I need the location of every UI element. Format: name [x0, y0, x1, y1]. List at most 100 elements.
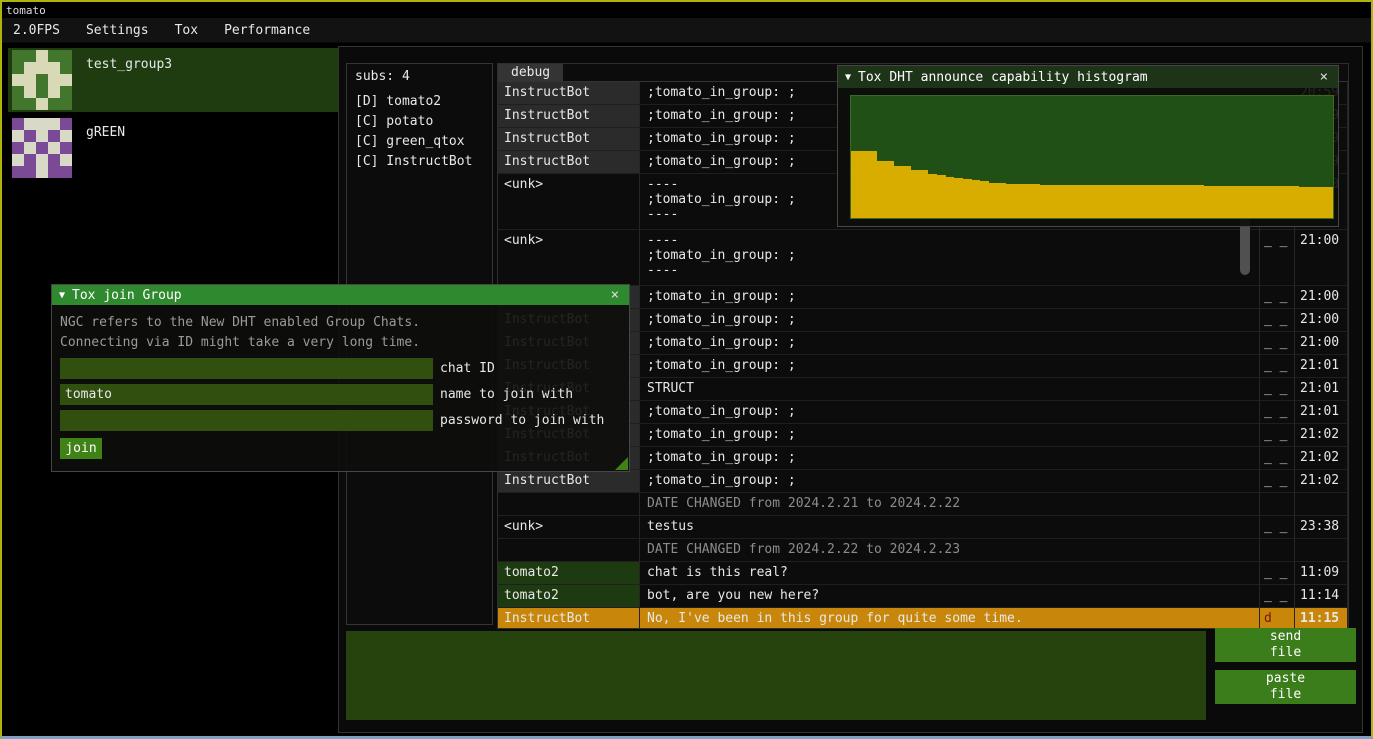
member-item[interactable]: [C] potato — [355, 112, 484, 132]
message-sender: <unk> — [498, 230, 640, 286]
message-text: ;tomato_in_group: ; — [640, 424, 1260, 447]
histogram-bar — [989, 183, 998, 218]
message-flags: _ _ — [1260, 585, 1295, 608]
chat-message-row[interactable]: tomato2 chat is this real? _ _ 11:09 — [498, 562, 1348, 585]
chat-message-row[interactable]: InstructBot ;tomato_in_group: ; _ _ 21:0… — [498, 470, 1348, 493]
window-titlebar[interactable]: tomato — [2, 2, 1371, 18]
contact-avatar — [12, 50, 72, 110]
histogram-bar — [1238, 186, 1247, 218]
histogram-bar — [1247, 186, 1256, 218]
chat-message-row[interactable]: DATE CHANGED from 2024.2.21 to 2024.2.22 — [498, 493, 1348, 516]
member-item[interactable]: [C] green_qtox — [355, 132, 484, 152]
collapse-arrow-icon[interactable]: ▼ — [59, 290, 65, 301]
histogram-bar — [1127, 185, 1136, 218]
resize-grip[interactable] — [615, 457, 628, 470]
tab-debug[interactable]: debug — [498, 64, 563, 82]
contact-name: test_group3 — [86, 50, 172, 112]
message-time: 21:00 — [1295, 230, 1348, 286]
message-time: 21:00 — [1295, 309, 1348, 332]
message-time: 11:14 — [1295, 585, 1348, 608]
histogram-bar — [1281, 186, 1290, 218]
join-button[interactable]: join — [60, 438, 102, 459]
histogram-bar — [1273, 186, 1282, 218]
dht-histogram-titlebar[interactable]: ▼ Tox DHT announce capability histogram … — [838, 66, 1338, 88]
histogram-bar — [1092, 185, 1101, 218]
menu-bar: 2.0FPS Settings Tox Performance — [2, 18, 1371, 43]
message-text: testus — [640, 516, 1260, 539]
join-password-label: password to join with — [440, 413, 604, 428]
message-time: 21:00 — [1295, 286, 1348, 309]
histogram-bar — [920, 170, 929, 218]
close-icon[interactable]: × — [1317, 69, 1331, 85]
dht-histogram-window: ▼ Tox DHT announce capability histogram … — [837, 65, 1339, 227]
collapse-arrow-icon[interactable]: ▼ — [845, 72, 851, 83]
message-text: ;tomato_in_group: ; — [640, 470, 1260, 493]
paste-file-button[interactable]: paste file — [1215, 670, 1356, 704]
histogram-bar — [868, 151, 877, 218]
member-list: [D] tomato2[C] potato[C] green_qtox[C] I… — [355, 92, 484, 172]
chat-id-input[interactable] — [60, 358, 433, 379]
menu-item-20fps[interactable]: 2.0FPS — [4, 20, 69, 41]
join-group-title: Tox join Group — [72, 288, 182, 303]
close-icon[interactable]: × — [608, 287, 622, 303]
histogram-bar — [1230, 186, 1239, 218]
contact-name: gREEN — [86, 118, 125, 180]
message-sender: InstructBot — [498, 151, 640, 174]
message-flags: _ _ — [1260, 286, 1295, 309]
message-text: STRUCT — [640, 378, 1260, 401]
message-text: ;tomato_in_group: ; — [640, 332, 1260, 355]
message-text: ;tomato_in_group: ; — [640, 401, 1260, 424]
message-text: DATE CHANGED from 2024.2.22 to 2024.2.23 — [640, 539, 1260, 562]
histogram-bar — [1161, 185, 1170, 218]
histogram-bar — [1307, 187, 1316, 218]
message-text: DATE CHANGED from 2024.2.21 to 2024.2.22 — [640, 493, 1260, 516]
message-flags — [1260, 539, 1295, 562]
menu-item-tox[interactable]: Tox — [166, 20, 207, 41]
message-flags — [1260, 493, 1295, 516]
message-flags: _ _ — [1260, 309, 1295, 332]
message-flags: _ _ — [1260, 401, 1295, 424]
contact-item[interactable]: test_group3 — [8, 48, 338, 112]
join-group-body: NGC refers to the New DHT enabled Group … — [52, 305, 629, 459]
histogram-bar — [903, 166, 912, 218]
menu-item-performance[interactable]: Performance — [215, 20, 319, 41]
histogram-bar — [1152, 185, 1161, 218]
chat-message-row[interactable]: tomato2 bot, are you new here? _ _ 11:14 — [498, 585, 1348, 608]
window-title: tomato — [6, 4, 46, 17]
join-password-input[interactable] — [60, 410, 433, 431]
chat-message-row[interactable]: DATE CHANGED from 2024.2.22 to 2024.2.23 — [498, 539, 1348, 562]
message-time: 21:00 — [1295, 332, 1348, 355]
message-flags: _ _ — [1260, 378, 1295, 401]
message-flags: _ _ — [1260, 447, 1295, 470]
histogram-bar — [1325, 187, 1334, 218]
chat-id-label: chat ID — [440, 361, 495, 376]
chat-message-row[interactable]: <unk> testus _ _ 23:38 — [498, 516, 1348, 539]
send-file-button[interactable]: send file — [1215, 628, 1356, 662]
chat-message-row[interactable]: <unk> ---- ;tomato_in_group: ; ---- _ _ … — [498, 230, 1348, 286]
histogram-bar — [1058, 185, 1067, 218]
join-name-label: name to join with — [440, 387, 573, 402]
message-text: No, I've been in this group for quite so… — [640, 608, 1260, 628]
member-item[interactable]: [C] InstructBot — [355, 152, 484, 172]
message-text: ;tomato_in_group: ; — [640, 355, 1260, 378]
message-flags: _ _ — [1260, 470, 1295, 493]
join-name-input[interactable] — [60, 384, 433, 405]
menu-item-settings[interactable]: Settings — [77, 20, 158, 41]
histogram-bar — [963, 179, 972, 218]
members-count-header: subs: 4 — [355, 69, 484, 84]
message-flags: _ _ — [1260, 355, 1295, 378]
message-time: 21:02 — [1295, 470, 1348, 493]
chat-message-row[interactable]: InstructBot No, I've been in this group … — [498, 608, 1348, 628]
histogram-bar — [1075, 185, 1084, 218]
histogram-bar — [1264, 186, 1273, 218]
contact-item[interactable]: gREEN — [8, 116, 338, 180]
histogram-bar — [1316, 187, 1325, 218]
histogram-bar — [1299, 187, 1308, 218]
histogram-bar — [1118, 185, 1127, 218]
histogram-bar — [1290, 186, 1299, 218]
message-input[interactable] — [346, 631, 1206, 720]
join-group-titlebar[interactable]: ▼ Tox join Group × — [52, 285, 629, 305]
member-item[interactable]: [D] tomato2 — [355, 92, 484, 112]
message-flags: _ _ — [1260, 332, 1295, 355]
histogram-bar — [1213, 186, 1222, 218]
